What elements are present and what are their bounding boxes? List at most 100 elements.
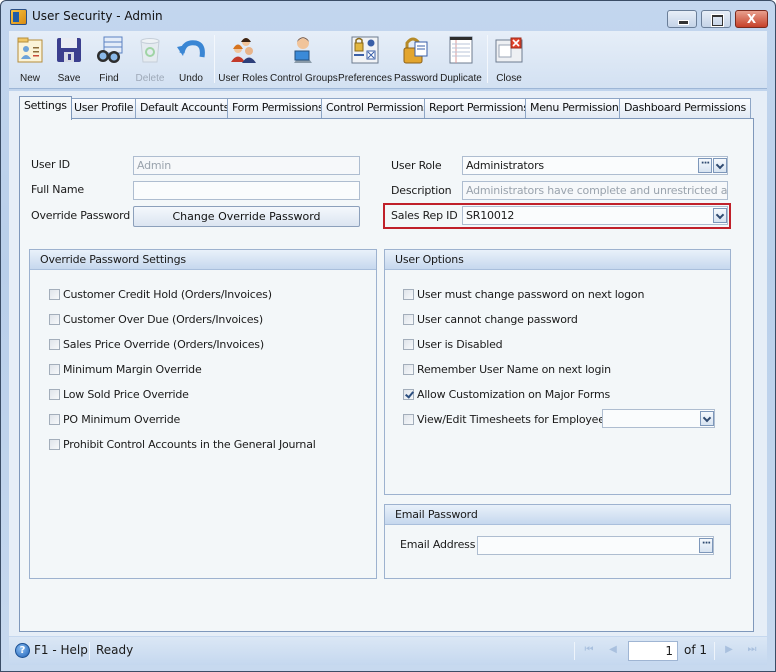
find-button[interactable]: Find bbox=[91, 33, 127, 87]
group-header: Email Password bbox=[385, 505, 730, 525]
first-page-icon[interactable]: ⏮ bbox=[582, 643, 596, 657]
checkbox[interactable] bbox=[49, 339, 60, 350]
user-role-dropdown-button[interactable] bbox=[713, 158, 727, 173]
email-address-label: Email Address bbox=[400, 538, 476, 551]
next-page-icon[interactable]: ▶ bbox=[722, 643, 736, 657]
tab-default-accounts[interactable]: Default Accounts bbox=[135, 98, 235, 118]
sales-rep-id-dropdown-button[interactable] bbox=[713, 208, 727, 223]
recycle-bin-icon bbox=[140, 38, 160, 63]
checkbox-label: Prohibit Control Accounts in the General… bbox=[63, 438, 316, 451]
user-id-field[interactable]: Admin bbox=[133, 156, 360, 175]
toolbar: New Save Find Delete Undo User Roles Con… bbox=[9, 31, 767, 89]
sales-rep-id-field[interactable]: SR10012 bbox=[462, 206, 728, 225]
tab-control-permissions[interactable]: Control Permissions bbox=[321, 98, 434, 118]
toolbar-separator bbox=[487, 35, 488, 83]
undo-label: Undo bbox=[179, 73, 203, 84]
checkbox-checked[interactable] bbox=[403, 389, 414, 400]
preferences-label: Preferences bbox=[338, 73, 392, 84]
checkbox-label: Customer Over Due (Orders/Invoices) bbox=[63, 313, 263, 326]
checkbox[interactable] bbox=[49, 389, 60, 400]
tab-form-permissions[interactable]: Form Permissions bbox=[227, 98, 329, 118]
tab-settings[interactable]: Settings bbox=[19, 96, 72, 120]
status-separator bbox=[89, 642, 90, 660]
checkbox-label: Allow Customization on Major Forms bbox=[417, 388, 611, 401]
status-separator bbox=[574, 642, 575, 660]
override-password-label: Override Password bbox=[31, 209, 131, 222]
undo-button[interactable]: Undo bbox=[173, 33, 209, 87]
user-computer-icon bbox=[294, 37, 312, 63]
save-button[interactable]: Save bbox=[51, 33, 87, 87]
delete-button[interactable]: Delete bbox=[131, 33, 169, 87]
checkbox-label: User is Disabled bbox=[417, 338, 503, 351]
checkbox[interactable] bbox=[49, 414, 60, 425]
status-separator bbox=[714, 642, 715, 660]
tab-menu-permissions[interactable]: Menu Permissions bbox=[525, 98, 629, 118]
toolbar-separator bbox=[214, 35, 215, 83]
checkbox[interactable] bbox=[49, 314, 60, 325]
padlock-key-icon bbox=[403, 37, 428, 64]
binoculars-icon bbox=[97, 36, 123, 63]
checkbox-label: PO Minimum Override bbox=[63, 413, 181, 426]
minimize-button[interactable] bbox=[667, 10, 697, 28]
checkbox[interactable] bbox=[403, 289, 414, 300]
control-groups-label: Control Groups bbox=[270, 73, 338, 84]
delete-label: Delete bbox=[135, 73, 165, 84]
checkbox-label: Low Sold Price Override bbox=[63, 388, 189, 401]
help-shortcut[interactable]: F1 - Help bbox=[34, 643, 88, 657]
user-roles-button[interactable]: User Roles bbox=[218, 33, 268, 87]
duplicate-button[interactable]: Duplicate bbox=[440, 33, 482, 87]
user-role-lookup-button[interactable]: ··· bbox=[698, 158, 712, 173]
full-name-field[interactable] bbox=[133, 181, 360, 200]
page-count: of 1 bbox=[684, 643, 708, 657]
full-name-label: Full Name bbox=[31, 183, 84, 196]
status-text: Ready bbox=[96, 643, 134, 657]
checkbox[interactable] bbox=[49, 439, 60, 450]
floppy-disk-icon bbox=[57, 38, 81, 62]
checkbox[interactable] bbox=[49, 364, 60, 375]
user-roles-label: User Roles bbox=[218, 73, 268, 84]
new-button[interactable]: New bbox=[11, 33, 49, 87]
checkbox[interactable] bbox=[403, 364, 414, 375]
change-override-password-button[interactable]: Change Override Password bbox=[133, 206, 360, 227]
close-button[interactable]: Close bbox=[491, 33, 527, 87]
checkbox[interactable] bbox=[49, 289, 60, 300]
description-label: Description bbox=[391, 184, 452, 197]
checkbox-label: Minimum Margin Override bbox=[63, 363, 202, 376]
group-title: Email Password bbox=[395, 508, 478, 521]
checkbox[interactable] bbox=[403, 314, 414, 325]
email-password-group: Email Password Email Address ··· bbox=[384, 504, 731, 579]
password-button[interactable]: Password bbox=[394, 33, 438, 87]
user-role-label: User Role bbox=[391, 159, 442, 172]
checkbox-label: Remember User Name on next login bbox=[417, 363, 611, 376]
employee-select[interactable] bbox=[602, 409, 715, 428]
help-icon[interactable]: ? bbox=[15, 643, 30, 658]
new-record-icon bbox=[17, 37, 43, 63]
new-label: New bbox=[19, 73, 40, 84]
prev-page-icon[interactable]: ◀ bbox=[606, 643, 620, 657]
preferences-lock-icon bbox=[351, 36, 379, 64]
checkbox[interactable] bbox=[403, 414, 414, 425]
employee-dropdown-button[interactable] bbox=[700, 411, 714, 426]
duplicate-label: Duplicate bbox=[440, 73, 482, 84]
maximize-button[interactable] bbox=[701, 10, 731, 28]
user-role-field[interactable]: Administrators ··· bbox=[462, 156, 728, 175]
password-label: Password bbox=[394, 73, 438, 84]
tab-user-profile[interactable]: User Profile bbox=[69, 98, 139, 118]
tab-report-permissions[interactable]: Report Permissions bbox=[424, 98, 534, 118]
email-address-field[interactable]: ··· bbox=[477, 536, 714, 555]
close-window-icon bbox=[495, 37, 523, 63]
email-lookup-button[interactable]: ··· bbox=[699, 538, 713, 553]
sales-rep-id-value: SR10012 bbox=[466, 209, 515, 222]
preferences-button[interactable]: Preferences bbox=[338, 33, 392, 87]
last-page-icon[interactable]: ⏭ bbox=[745, 643, 759, 657]
user-options-group: User Options User must change password o… bbox=[384, 249, 731, 495]
close-window-button[interactable]: X bbox=[735, 10, 768, 28]
description-field[interactable]: Administrators have complete and unrestr… bbox=[462, 181, 728, 200]
user-security-window: User Security - Admin X New Save Find De… bbox=[0, 0, 776, 672]
page-number-input[interactable]: 1 bbox=[628, 641, 678, 661]
control-groups-button[interactable]: Control Groups bbox=[270, 33, 338, 87]
save-label: Save bbox=[57, 73, 81, 84]
tab-dashboard-permissions[interactable]: Dashboard Permissions bbox=[619, 98, 751, 118]
group-header: Override Password Settings bbox=[30, 250, 376, 270]
checkbox[interactable] bbox=[403, 339, 414, 350]
